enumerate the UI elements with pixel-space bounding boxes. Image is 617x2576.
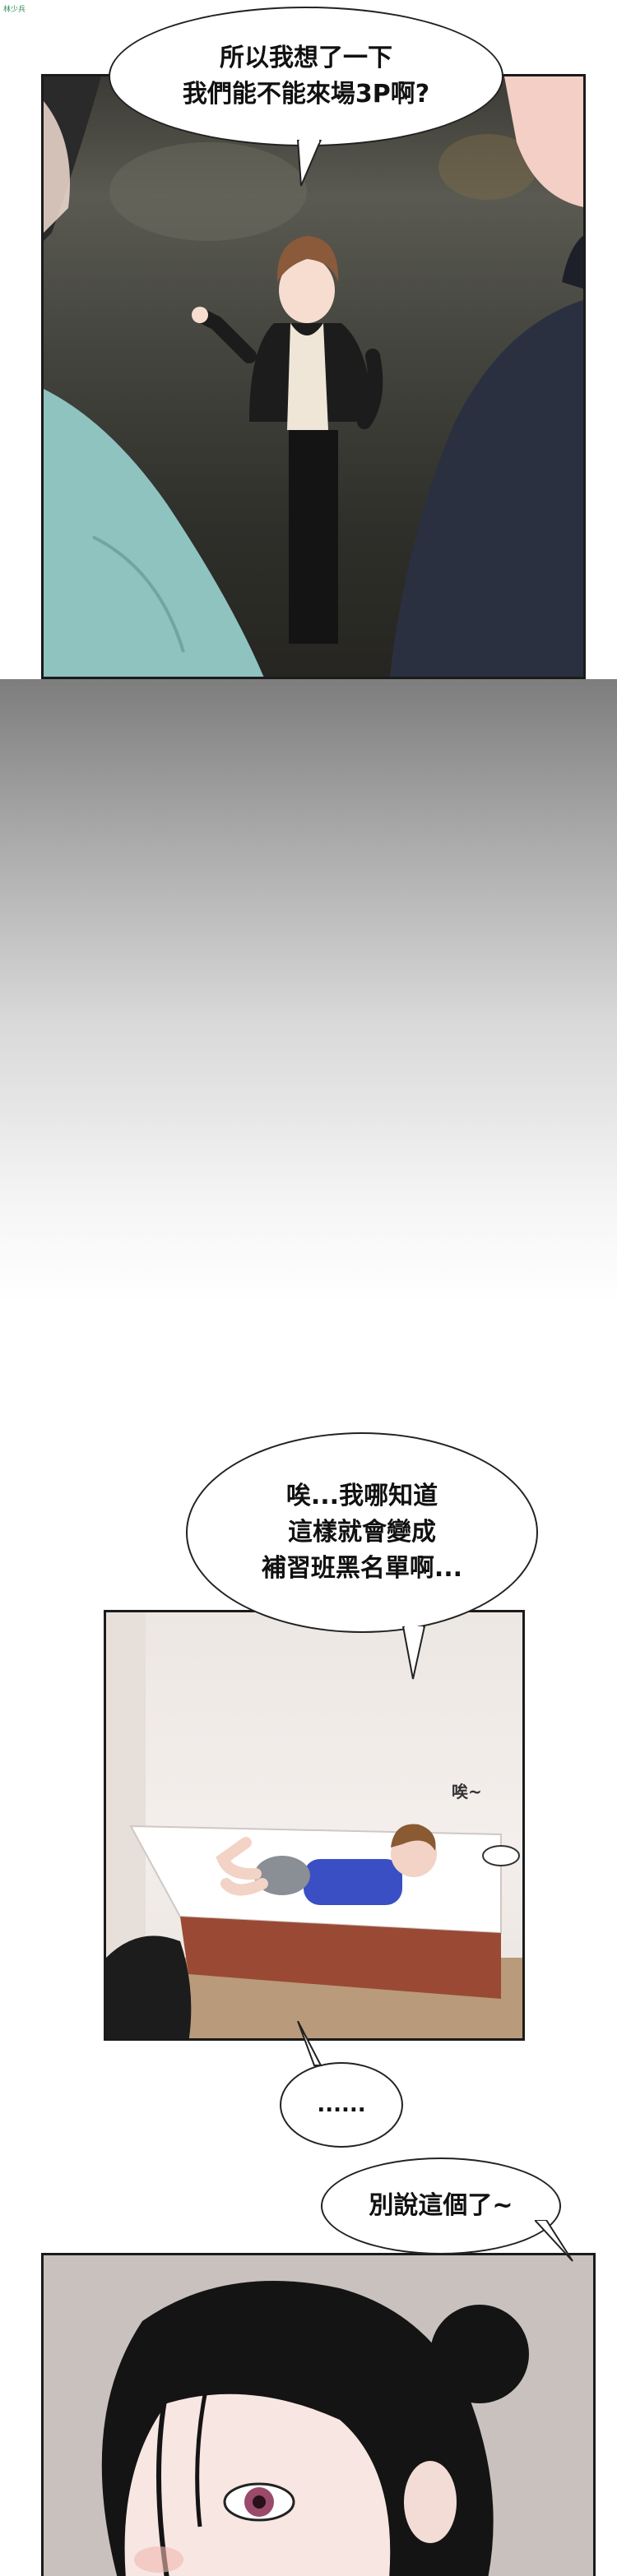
speech-bubble-tail bbox=[401, 1626, 426, 1680]
sigh-sfx: 唉~ bbox=[452, 1782, 482, 1801]
panel-3-art bbox=[44, 2255, 593, 2576]
speech-text: 別說這個了~ bbox=[369, 2191, 513, 2220]
speech-bubble: 唉...我哪知道 這樣就會變成 補習班黑名單啊... bbox=[186, 1432, 538, 1633]
speech-bubble: 別說這個了~ bbox=[321, 2157, 561, 2255]
pupil bbox=[253, 2495, 266, 2509]
navy-figure-hair bbox=[562, 235, 583, 289]
speech-bubble: ...... bbox=[280, 2062, 403, 2148]
comic-panel-3 bbox=[41, 2253, 596, 2576]
teal-shirt-figure bbox=[44, 389, 264, 677]
comic-panel-2: 唉~ bbox=[104, 1610, 525, 2041]
breath-puff bbox=[482, 1845, 520, 1866]
speech-text: 所以我想了一下 我們能不能來場3P啊? bbox=[182, 44, 430, 109]
speech-bubble: 所以我想了一下 我們能不能來場3P啊? bbox=[109, 7, 503, 146]
hair-bun bbox=[430, 2305, 529, 2403]
panel-2-art: 唉~ bbox=[106, 1612, 522, 2038]
foreground-head-hair bbox=[106, 1935, 192, 2038]
background-light bbox=[109, 142, 307, 241]
woman-character bbox=[192, 236, 383, 644]
speech-bubble-tail bbox=[297, 2021, 322, 2066]
watermark: 林少兵 bbox=[3, 6, 26, 14]
speech-bubble-tail bbox=[535, 2220, 573, 2262]
speech-bubble-tail bbox=[296, 140, 322, 187]
speech-text: ...... bbox=[317, 2093, 366, 2117]
speech-text: 唉...我哪知道 這樣就會變成 補習班黑名單啊... bbox=[261, 1482, 463, 1583]
ear bbox=[404, 2461, 457, 2543]
navy-jacket-figure bbox=[389, 299, 583, 677]
cheek-blush bbox=[134, 2546, 183, 2573]
panel-gap-gradient bbox=[0, 679, 617, 1304]
